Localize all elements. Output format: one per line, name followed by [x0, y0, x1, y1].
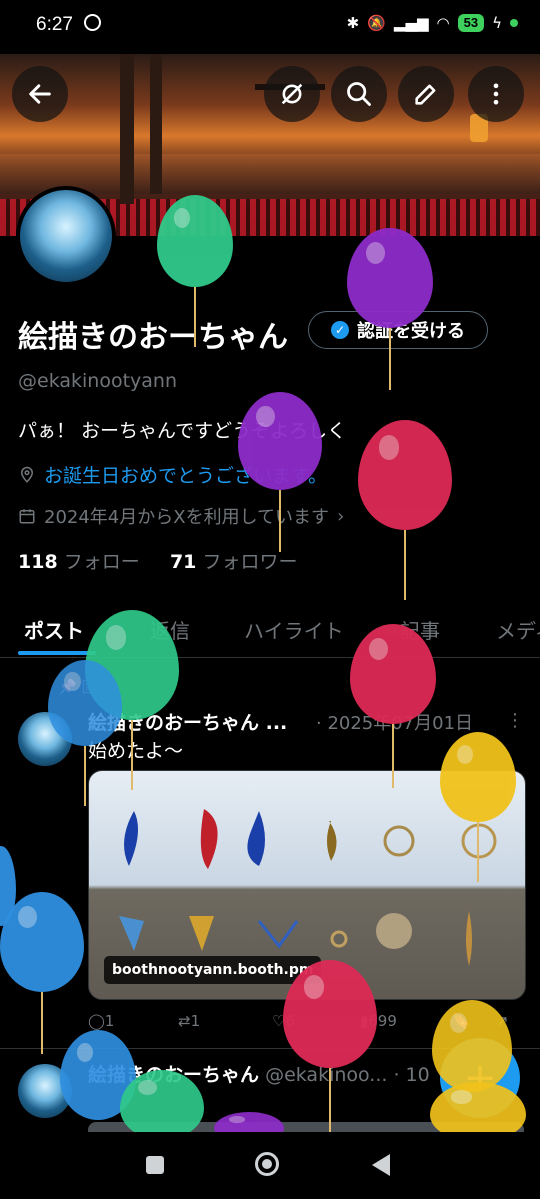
post-date: · 10: [393, 1064, 430, 1086]
calendar-icon: [19, 509, 35, 524]
balloon-red: [358, 420, 452, 530]
back-button[interactable]: [12, 66, 68, 122]
banner-post: [150, 54, 162, 194]
edit-icon: [415, 84, 436, 105]
followers-link[interactable]: 71 フォロワー: [170, 551, 298, 573]
balloon-string: [194, 287, 196, 347]
home-dot-icon: [262, 1159, 272, 1169]
status-bar: 6:27 ✱ 🔕 ▂▄▆ ◠ 53 ϟ: [0, 0, 540, 52]
balloon-string: [392, 724, 394, 788]
balloon-green: [120, 1070, 204, 1140]
link-badge[interactable]: boothnootyann.booth.pm: [104, 956, 322, 984]
tab-media[interactable]: メディ: [496, 615, 540, 644]
alarm-icon: [84, 14, 101, 31]
balloon-string: [84, 746, 86, 806]
status-time: 6:27: [36, 14, 73, 35]
balloon-purple: [347, 228, 433, 328]
profile-avatar[interactable]: [16, 186, 116, 286]
location-icon: [20, 466, 34, 483]
back-arrow-icon: [29, 84, 51, 104]
repost-count: 1: [190, 1012, 201, 1030]
follow-stats: 118 フォロー 71 フォロワー: [18, 547, 297, 574]
more-icon: [493, 83, 499, 105]
mute-icon: 🔕: [367, 14, 386, 32]
tab-posts[interactable]: ポスト: [24, 615, 84, 644]
repost-icon: ⇄: [178, 1012, 191, 1030]
search-button[interactable]: [331, 66, 387, 122]
balloon-string: [131, 720, 133, 790]
signal-icon: ▂▄▆: [393, 14, 429, 32]
balloon-blue: [0, 892, 84, 992]
active-tab-indicator: [18, 651, 96, 655]
following-link[interactable]: 118 フォロー: [18, 551, 140, 573]
balloon-string: [279, 490, 281, 552]
reply-icon: ◯: [88, 1012, 105, 1030]
following-count: 118: [18, 551, 58, 573]
balloon-red: [283, 960, 377, 1068]
banner-post: [120, 54, 134, 204]
profile-handle: @ekakinootyann: [18, 370, 177, 392]
wifi-icon: ◠: [436, 14, 450, 32]
chevron-right-icon: ›: [337, 505, 345, 527]
profile-joined: 2024年4月からXを利用しています ›: [18, 503, 344, 529]
following-label: フォロー: [63, 551, 140, 573]
post-more-icon[interactable]: ⋮: [506, 710, 524, 731]
balloon-yellow: [432, 1000, 512, 1092]
joined-text: 2024年4月からXを利用しています: [44, 507, 330, 528]
notification-dot: [510, 19, 518, 27]
balloon-string: [41, 992, 43, 1054]
battery-badge: 53: [457, 14, 485, 32]
repost-button[interactable]: ⇄1: [178, 1012, 200, 1030]
balloon-purple: [238, 392, 322, 490]
reply-button[interactable]: ◯1: [88, 1012, 114, 1030]
balloon-string: [329, 1068, 331, 1132]
verified-badge-icon: ✓: [331, 321, 349, 339]
followers-label: フォロワー: [202, 551, 298, 573]
search-icon: [347, 82, 371, 106]
profile-name: 絵描きのおーちゃん: [18, 320, 288, 355]
tab-highlights[interactable]: ハイライト: [244, 615, 344, 644]
balloon-red: [350, 624, 436, 724]
balloon-blue: [48, 660, 122, 746]
status-icons: ✱ 🔕 ▂▄▆ ◠ 53 ϟ: [347, 14, 518, 32]
balloon-green: [157, 195, 233, 287]
grok-button[interactable]: [264, 66, 320, 122]
charging-icon: ϟ: [492, 14, 502, 32]
balloon-string: [404, 530, 406, 600]
balloon-yellow: [440, 732, 516, 822]
grok-icon: [281, 83, 303, 105]
followers-count: 71: [169, 551, 197, 573]
balloon-string: [477, 822, 479, 882]
system-nav-bar: [0, 1132, 540, 1199]
reply-count: 1: [104, 1012, 115, 1030]
recents-button[interactable]: [146, 1156, 164, 1174]
bluetooth-icon: ✱: [346, 14, 360, 32]
back-nav-button[interactable]: [372, 1154, 390, 1176]
edit-button[interactable]: [398, 66, 454, 122]
balloon-string: [389, 328, 391, 390]
more-button[interactable]: [468, 66, 524, 122]
